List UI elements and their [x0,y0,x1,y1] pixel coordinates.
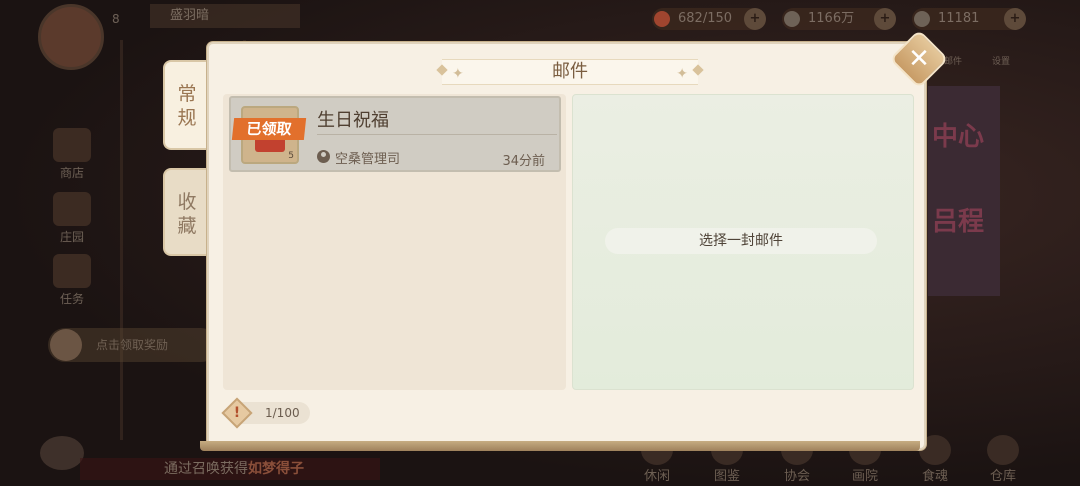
bottom-nav-food-soul-label: 食魂 [921,469,948,484]
bottom-nav-warehouse[interactable]: 仓库 [978,435,1028,484]
warning-exclamation: ! [233,405,241,421]
close-icon[interactable]: ✕ [898,38,940,80]
mail-sender: 空桑管理司 [335,152,401,167]
resource-gem[interactable]: 11181 + [912,8,1026,30]
tab-general[interactable]: 常 规 [163,60,209,150]
announcement-ticker: 通过召唤获得如梦得子 [80,458,380,480]
tab-general-char-1: 常 [177,83,197,105]
top-right-mail-label[interactable]: 邮件 [944,54,962,67]
attachment-count: 5 [288,151,294,161]
bottom-nav-codex-label: 图鉴 [713,469,740,484]
title-right-sparkle-icon: ✦ [676,66,688,82]
side-menu-tasks[interactable]: 任务 [50,254,94,307]
title-left-sparkle-icon: ✦ [452,66,464,82]
tab-general-char-2: 规 [177,107,197,129]
shop-icon [53,128,91,162]
dialog-title: 邮件 [552,61,588,82]
reward-avatar [50,329,82,361]
manor-icon [53,192,91,226]
ticker-text: 通过召唤获得 [164,461,248,477]
stamina-icon [654,11,670,27]
resource-stamina[interactable]: 682/150 + [652,8,766,30]
bottom-nav-warehouse-label: 仓库 [989,469,1016,484]
side-menu-manor-label: 庄园 [59,230,84,244]
bottom-nav-leisure-label: 休闲 [643,469,670,484]
side-menu-tasks-label: 任务 [59,292,84,306]
add-gem-button[interactable]: + [1004,8,1026,30]
tab-favorites[interactable]: 收 藏 [163,168,209,256]
side-menu-shop-label: 商店 [59,166,84,180]
resource-coin[interactable]: 1166万 + [782,8,896,30]
select-mail-hint: 选择一封邮件 [605,228,877,254]
side-menu-manor[interactable]: 庄园 [50,192,94,245]
banner-text-center: 中心 [932,122,985,152]
bottom-nav-association-label: 协会 [783,469,810,484]
reward-prompt[interactable]: 点击领取奖励 [48,328,218,362]
mail-title: 生日祝福 [317,110,389,131]
player-avatar[interactable] [38,4,104,70]
claimed-status-tag: 已领取 [231,118,307,140]
feather-coin-icon [784,11,800,27]
gem-icon [914,11,930,27]
ticker-highlight: 如梦得子 [248,461,304,477]
mail-divider [317,134,557,135]
dialog-bottom-border [200,441,920,451]
banner-text-schedule: 吕程 [932,207,985,237]
mail-list-item[interactable]: 5 已领取 生日祝福 空桑管理司 34分前 [229,96,561,172]
mail-time: 34分前 [502,154,545,169]
sender-user-icon [317,150,330,163]
reward-prompt-label: 点击领取奖励 [96,338,169,352]
resource-stamina-value: 682/150 [678,11,733,26]
player-level: 8 [112,12,120,26]
mail-count: 1/100 [265,406,300,420]
resource-coin-value: 1166万 [808,11,855,26]
player-name: 盛羽暗 [150,4,300,28]
side-menu-shop[interactable]: 商店 [50,128,94,181]
chat-icon[interactable] [40,436,84,470]
add-coin-button[interactable]: + [874,8,896,30]
resource-gem-value: 11181 [938,11,980,26]
add-stamina-button[interactable]: + [744,8,766,30]
tab-favorites-char-1: 收 [177,191,197,213]
event-banner[interactable]: 中心 吕程 [928,86,1000,296]
top-right-settings-label[interactable]: 设置 [992,54,1010,67]
warehouse-icon [987,435,1019,465]
tab-favorites-char-2: 藏 [177,215,197,237]
bottom-nav-gallery-label: 画院 [851,469,878,484]
tasks-icon [53,254,91,288]
dialog-title-plate: ✦ 邮件 ✦ [436,59,704,85]
